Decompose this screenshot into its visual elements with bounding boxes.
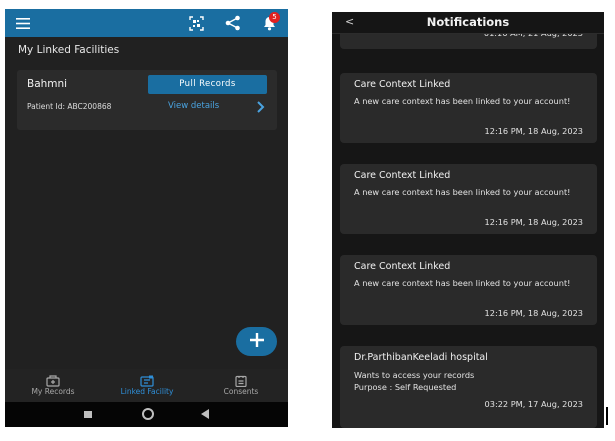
home-icon[interactable]: [142, 408, 154, 420]
view-details-link[interactable]: View details: [168, 101, 219, 111]
notification-title: Care Context Linked: [354, 170, 451, 181]
notification-time: 12:16 PM, 18 Aug, 2023: [484, 308, 583, 318]
notification-time: 12:16 PM, 18 Aug, 2023: [484, 126, 583, 136]
nav-label: My Records: [31, 387, 75, 396]
linked-facility-icon: [140, 372, 154, 387]
notification-title: Dr.ParthibanKeeladi hospital: [354, 352, 488, 363]
notification-title: Care Context Linked: [354, 79, 451, 90]
facility-name: Bahmni: [27, 78, 68, 90]
notification-body: A new care context has been linked to yo…: [354, 187, 571, 197]
notification-body: Wants to access your records Purpose : S…: [354, 369, 586, 393]
facility-card: Bahmni Pull Records Patient Id: ABC20086…: [17, 70, 277, 130]
hamburger-menu-icon[interactable]: [13, 13, 33, 33]
notification-card[interactable]: Care Context Linked A new care context h…: [340, 73, 597, 143]
notification-time: 03:22 PM, 17 Aug, 2023: [484, 399, 583, 409]
plus-icon: [249, 332, 265, 352]
edge-marker: [606, 407, 608, 425]
share-icon[interactable]: [223, 13, 243, 33]
consents-icon: [234, 372, 248, 388]
notification-count-badge: 5: [269, 12, 280, 23]
section-title: My Linked Facilities: [18, 44, 120, 56]
notification-body-line: Wants to access your records: [354, 370, 475, 380]
notification-card[interactable]: Care Context Linked A new care context h…: [340, 164, 597, 234]
notification-title: Care Context Linked: [354, 261, 451, 272]
bottom-navigation: My Records Linked Facility Consents: [5, 369, 288, 402]
recent-apps-icon[interactable]: [84, 411, 92, 418]
back-icon[interactable]: [201, 409, 209, 419]
notification-body: A new care context has been linked to yo…: [354, 278, 571, 288]
system-navigation-bar: [5, 402, 288, 427]
linked-facilities-screen: 5 My Linked Facilities Bahmni Pull Recor…: [5, 9, 288, 427]
patient-id: Patient Id: ABC200868: [27, 102, 112, 111]
nav-linked-facility[interactable]: Linked Facility: [111, 372, 183, 400]
nav-label: Linked Facility: [120, 387, 174, 396]
notification-time: 12:16 PM, 18 Aug, 2023: [484, 217, 583, 227]
notification-body: A new care context has been linked to yo…: [354, 96, 571, 106]
nav-label: Consents: [223, 387, 259, 396]
nav-my-records[interactable]: My Records: [23, 372, 83, 400]
notification-card[interactable]: Dr.ParthibanKeeladi hospital Wants to ac…: [340, 346, 597, 428]
page-title: Notifications: [426, 15, 510, 29]
app-top-bar: 5: [5, 9, 288, 37]
add-facility-button[interactable]: [236, 327, 277, 356]
nav-consents[interactable]: Consents: [211, 372, 271, 400]
notifications-header: < Notifications: [332, 12, 604, 34]
notifications-screen: 01:16 AM, 21 Aug, 2023 Care Context Link…: [332, 12, 604, 428]
chevron-right-icon[interactable]: [255, 99, 267, 113]
qr-scan-icon[interactable]: [186, 13, 206, 33]
notification-card[interactable]: Care Context Linked A new care context h…: [340, 255, 597, 325]
pull-records-button[interactable]: Pull Records: [148, 75, 267, 94]
records-icon: [46, 372, 60, 387]
notification-body-line: Purpose : Self Requested: [354, 382, 457, 392]
